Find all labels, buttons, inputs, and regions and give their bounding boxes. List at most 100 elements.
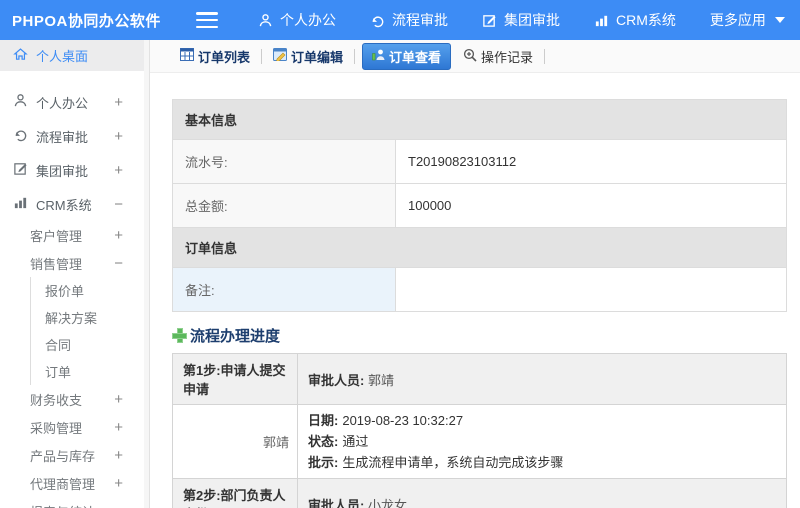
- sidebar-item-label: 合同: [45, 338, 72, 353]
- sidebar-item-reports[interactable]: 报表与统计: [0, 497, 149, 508]
- process-step-detail: 郭靖 日期: 2019-08-23 10:32:27 状态: 通过 批示: 生成流程申…: [172, 404, 787, 479]
- approver-name: 小龙女: [367, 497, 407, 508]
- person-icon: [258, 13, 273, 28]
- sidebar-item-label: 订单: [45, 365, 72, 380]
- sidebar-item-contract[interactable]: 合同: [31, 331, 149, 358]
- sidebar-item-group-approval[interactable]: 集团审批 +: [0, 153, 149, 187]
- expander-plus[interactable]: +: [114, 128, 123, 145]
- expander-plus[interactable]: +: [114, 94, 123, 111]
- sidebar-item-label: 财务收支: [30, 392, 83, 408]
- step-title: 第1步:申请人提交申请: [172, 353, 298, 405]
- tab-divider: [354, 48, 356, 64]
- section-header-order-info: 订单信息: [172, 227, 787, 268]
- field-value-total: 100000: [395, 183, 787, 228]
- topnav-flow-approval[interactable]: 流程审批: [370, 10, 448, 30]
- topnav-crm[interactable]: CRM系统: [594, 10, 676, 30]
- expander-plus[interactable]: +: [114, 475, 123, 492]
- field-label-note: 备注:: [172, 267, 396, 312]
- sidebar-item-label: 产品与库存: [30, 448, 96, 464]
- sidebar-item-purchase[interactable]: 采购管理 +: [0, 413, 149, 441]
- tab-label: 操作记录: [481, 49, 534, 65]
- sidebar-item-products[interactable]: 产品与库存 +: [0, 441, 149, 469]
- tab-label: 订单查看: [389, 49, 442, 65]
- hamburger-menu-icon[interactable]: [196, 12, 218, 28]
- remark-label: 批示:: [308, 455, 339, 470]
- date-label: 日期:: [308, 413, 339, 428]
- approver-label: 审批人员:: [308, 372, 365, 388]
- sidebar-item-label: CRM系统: [36, 197, 92, 213]
- sidebar-item-label: 个人桌面: [36, 49, 89, 64]
- sidebar-item-solution[interactable]: 解决方案: [31, 304, 149, 331]
- sidebar-item-sales-mgmt[interactable]: 销售管理 −: [0, 249, 149, 277]
- status-value: 通过: [342, 434, 369, 449]
- sidebar-item-quotation[interactable]: 报价单: [31, 277, 149, 304]
- step-approver: 审批人员: 郭靖: [297, 353, 787, 405]
- table-row: 备注:: [172, 267, 787, 312]
- process-progress-title: 流程办理进度: [190, 328, 281, 345]
- main-area: 订单列表 订单编辑 订单查看 操作记录 基本信息 流水号: T201908231…: [150, 40, 800, 508]
- topnav-personal-office[interactable]: 个人办公: [258, 10, 336, 30]
- step-title: 第2步:部门负责人审批: [172, 478, 298, 508]
- topnav-label: CRM系统: [616, 12, 676, 28]
- expander-plus[interactable]: +: [114, 447, 123, 464]
- tab-order-edit[interactable]: 订单编辑: [265, 43, 351, 70]
- green-plus-icon: [172, 328, 187, 343]
- sidebar-item-label: 报价单: [45, 284, 85, 299]
- field-label-total: 总金额:: [172, 183, 396, 228]
- sidebar-menu: 个人办公 + 流程审批 + 集团审批 + CRM系统 − 客户管理 + 销售管理…: [0, 71, 149, 508]
- home-icon: [13, 47, 28, 65]
- topnav-more-apps[interactable]: 更多应用: [710, 10, 785, 30]
- expander-plus[interactable]: +: [114, 162, 123, 179]
- expander-minus[interactable]: −: [114, 255, 123, 272]
- sidebar-item-label: 集团审批: [36, 163, 89, 179]
- expander-minus[interactable]: −: [114, 196, 123, 213]
- approver-label: 审批人员:: [308, 497, 365, 508]
- sidebar-item-desktop[interactable]: 个人桌面: [0, 40, 149, 71]
- sidebar-item-flow-approval[interactable]: 流程审批 +: [0, 119, 149, 153]
- sidebar-item-label: 客户管理: [30, 228, 83, 244]
- process-step-header: 第2步:部门负责人审批 审批人员: 小龙女: [172, 478, 787, 508]
- sidebar-item-order[interactable]: 订单: [31, 358, 149, 385]
- topnav-group-approval[interactable]: 集团审批: [482, 10, 560, 30]
- flow-icon: [370, 13, 385, 28]
- sidebar: 个人桌面 个人办公 + 流程审批 + 集团审批 + CRM系统 − 客户管理 +…: [0, 40, 150, 508]
- expander-plus[interactable]: +: [114, 391, 123, 408]
- bar-chart-icon: [594, 13, 609, 28]
- sidebar-item-agents[interactable]: 代理商管理 +: [0, 469, 149, 497]
- tab-divider: [261, 48, 263, 64]
- tab-order-view[interactable]: 订单查看: [362, 42, 452, 70]
- topnav-label: 流程审批: [392, 12, 448, 28]
- sidebar-subgroup-sales: 报价单 解决方案 合同 订单: [30, 277, 149, 385]
- sidebar-item-customer-mgmt[interactable]: 客户管理 +: [0, 221, 149, 249]
- sidebar-item-personal-office[interactable]: 个人办公 +: [0, 85, 149, 119]
- sidebar-item-label: 销售管理: [30, 256, 83, 272]
- person-icon: [13, 93, 28, 111]
- step-detail-cell: 日期: 2019-08-23 10:32:27 状态: 通过 批示: 生成流程申请单，…: [297, 404, 787, 479]
- date-value: 2019-08-23 10:32:27: [342, 413, 464, 428]
- sidebar-item-label: 报表与统计: [30, 502, 95, 508]
- expander-plus[interactable]: +: [114, 227, 123, 244]
- view-order-icon: [372, 48, 385, 64]
- topnav-label: 更多应用: [709, 12, 766, 28]
- tab-operation-log[interactable]: 操作记录: [455, 43, 541, 70]
- detail-remark-line: 批示: 生成流程申请单，系统自动完成该步骤: [308, 452, 776, 473]
- remark-value: 生成流程申请单，系统自动完成该步骤: [342, 455, 564, 470]
- tab-order-list[interactable]: 订单列表: [172, 43, 258, 70]
- order-info-table: 基本信息 流水号: T20190823103112 总金额: 100000 订单…: [172, 99, 787, 312]
- field-value-note: [395, 267, 787, 312]
- expander-plus[interactable]: +: [114, 419, 123, 436]
- bar-chart-icon: [13, 195, 28, 213]
- top-header: PHPOA协同办公软件 个人办公 流程审批 集团审批 CRM系统 更多应用: [0, 0, 800, 40]
- edit-page-icon: [273, 48, 288, 64]
- section-header-basic-info: 基本信息: [172, 99, 787, 140]
- status-label: 状态:: [308, 434, 339, 449]
- sidebar-item-label: 代理商管理: [30, 476, 96, 492]
- sidebar-item-crm[interactable]: CRM系统 −: [0, 187, 149, 221]
- list-table-icon: [180, 48, 194, 64]
- approver-name: 郭靖: [367, 372, 394, 388]
- step-approver: 审批人员: 小龙女: [297, 478, 787, 508]
- tab-label: 订单编辑: [291, 49, 344, 65]
- zoom-in-icon: [463, 48, 477, 65]
- sidebar-item-label: 流程审批: [36, 129, 89, 145]
- sidebar-item-finance[interactable]: 财务收支 +: [0, 385, 149, 413]
